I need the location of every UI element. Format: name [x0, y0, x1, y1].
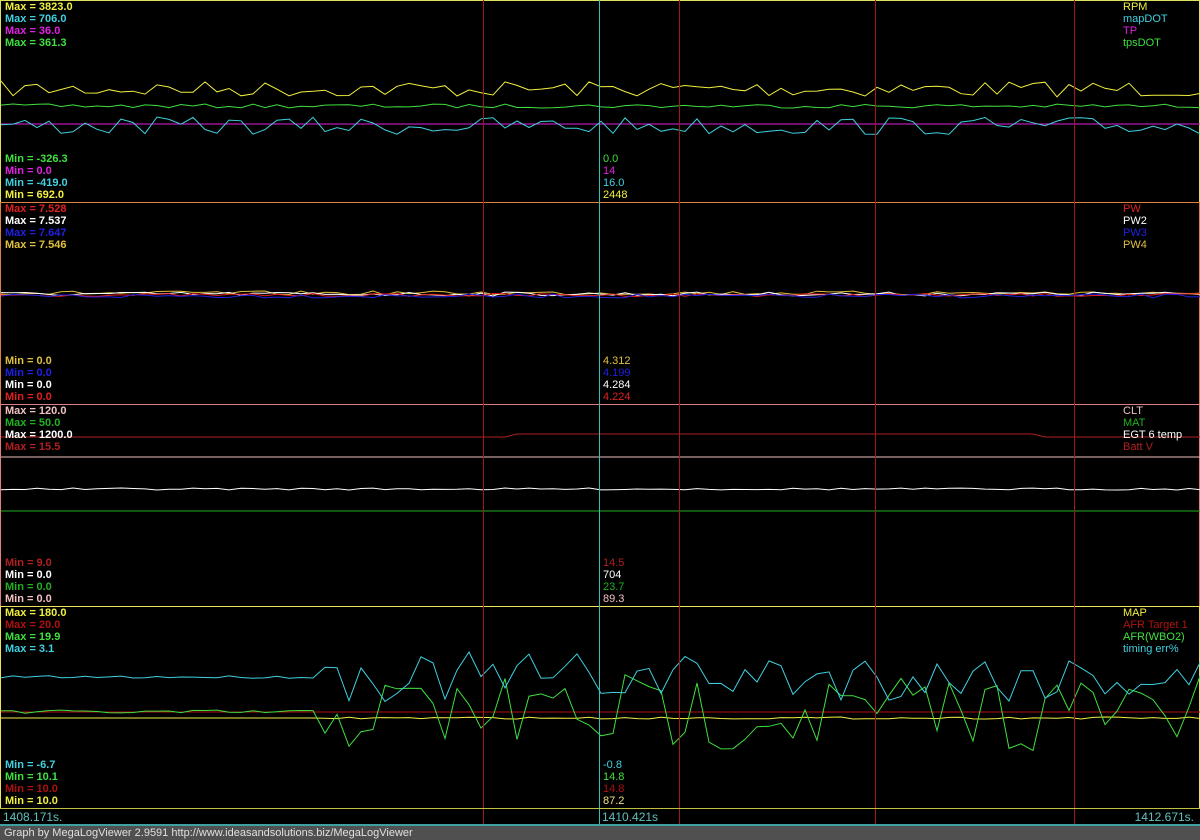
graph-panel-4[interactable]: Max = 180.0 Max = 20.0 Max = 19.9 Max = 3.1… — [0, 606, 1200, 808]
max-label: Max = 7.528 — [5, 203, 67, 215]
legend-item[interactable]: PW3 — [1123, 227, 1147, 239]
cursor-value: 704 — [603, 569, 622, 581]
legend-item[interactable]: EGT 6 temp — [1123, 429, 1182, 441]
time-cursor-label: 1410.421s — [602, 810, 659, 824]
cursor-value: 4.284 — [603, 379, 631, 391]
time-cursor[interactable] — [599, 0, 600, 826]
min-label: Min = 10.1 — [5, 771, 58, 783]
cursor-value: -0.8 — [603, 759, 622, 771]
cursor-value: 87.2 — [603, 795, 625, 807]
marker-line — [679, 0, 680, 826]
min-label: Min = -326.3 — [5, 153, 68, 165]
panel-traces — [1, 433, 1200, 512]
cursor-value: 14.8 — [603, 783, 625, 795]
min-label: Min = 0.0 — [5, 379, 52, 391]
max-label: Max = 1200.0 — [5, 429, 73, 441]
footer-credit: Graph by MegaLogViewer 2.9591 http://www… — [0, 826, 1200, 840]
max-label: Max = 180.0 — [5, 607, 67, 619]
time-start: 1408.171s. — [3, 810, 63, 824]
trace-4 — [1, 116, 1200, 135]
time-axis[interactable]: 1408.171s. 1410.421s 1412.671s. — [0, 808, 1200, 826]
graph-panel-1[interactable]: Max = 3823.0 Max = 706.0 Max = 36.0 Max = 3… — [0, 0, 1200, 202]
panel-traces — [1, 650, 1200, 752]
trace-1 — [1, 433, 1200, 438]
graph-panel-3[interactable]: Max = 120.0 Max = 50.0 Max = 1200.0 Max = 1… — [0, 404, 1200, 606]
legend-item[interactable]: Batt V — [1123, 441, 1153, 453]
cursor-value: 4.312 — [603, 355, 631, 367]
cursor-value: 14.5 — [603, 557, 625, 569]
legend-item[interactable]: PW — [1123, 203, 1141, 215]
cursor-value: 89.3 — [603, 593, 625, 605]
max-label: Max = 15.5 — [5, 441, 61, 453]
legend-item[interactable]: tpsDOT — [1123, 37, 1161, 49]
min-label: Min = 10.0 — [5, 795, 58, 807]
trace-1 — [1, 80, 1200, 98]
legend-item[interactable]: TP — [1123, 25, 1137, 37]
legend-item[interactable]: CLT — [1123, 405, 1143, 417]
legend-item[interactable]: mapDOT — [1123, 13, 1168, 25]
min-label: Min = -419.0 — [5, 177, 68, 189]
min-label: Min = 692.0 — [5, 189, 65, 201]
marker-line — [483, 0, 484, 826]
panel-traces — [1, 80, 1200, 135]
trace-4 — [1, 650, 1200, 703]
cursor-value: 4.199 — [603, 367, 631, 379]
cursor-value: 4.224 — [603, 391, 631, 403]
legend-item[interactable]: AFR Target 1 — [1123, 619, 1188, 631]
max-label: Max = 20.0 — [5, 619, 61, 631]
cursor-value: 14.8 — [603, 771, 625, 783]
min-label: Min = 0.0 — [5, 367, 52, 379]
min-label: Min = 9.0 — [5, 557, 52, 569]
max-label: Max = 7.546 — [5, 239, 67, 251]
graph-panel-2[interactable]: Max = 7.528 Max = 7.537 Max = 7.647 Max = 7… — [0, 202, 1200, 404]
legend-item[interactable]: timing err% — [1123, 643, 1179, 655]
max-label: Max = 3823.0 — [5, 1, 73, 13]
max-label: Max = 19.9 — [5, 631, 61, 643]
trace-2 — [1, 716, 1200, 720]
min-label: Min = 0.0 — [5, 391, 52, 403]
max-label: Max = 361.3 — [5, 37, 67, 49]
min-label: Min = -6.7 — [5, 759, 56, 771]
legend-item[interactable]: MAP — [1123, 607, 1147, 619]
max-label: Max = 120.0 — [5, 405, 67, 417]
max-label: Max = 7.537 — [5, 215, 67, 227]
legend-item[interactable]: RPM — [1123, 1, 1147, 13]
cursor-value: 0.0 — [603, 153, 619, 165]
min-label: Min = 10.0 — [5, 783, 58, 795]
legend-item[interactable]: MAT — [1123, 417, 1145, 429]
min-label: Min = 0.0 — [5, 581, 52, 593]
max-label: Max = 7.647 — [5, 227, 67, 239]
time-end: 1412.671s. — [1134, 810, 1194, 824]
trace-4 — [1, 293, 1200, 299]
legend-item[interactable]: AFR(WBO2) — [1123, 631, 1185, 643]
cursor-value: 23.7 — [603, 581, 625, 593]
max-label: Max = 3.1 — [5, 643, 55, 655]
marker-line — [875, 0, 876, 826]
panel-traces — [1, 290, 1200, 299]
min-label: Min = 0.0 — [5, 165, 52, 177]
trace-3 — [1, 487, 1200, 491]
legend-item[interactable]: PW4 — [1123, 239, 1147, 251]
cursor-value: 2448 — [603, 189, 628, 201]
trace-2 — [1, 103, 1200, 109]
marker-line — [1074, 0, 1075, 826]
max-label: Max = 50.0 — [5, 417, 61, 429]
min-label: Min = 0.0 — [5, 355, 52, 367]
max-label: Max = 706.0 — [5, 13, 67, 25]
max-label: Max = 36.0 — [5, 25, 61, 37]
min-label: Min = 0.0 — [5, 569, 52, 581]
legend-item[interactable]: PW2 — [1123, 215, 1147, 227]
cursor-value: 16.0 — [603, 177, 625, 189]
cursor-value: 14 — [603, 165, 616, 177]
min-label: Min = 0.0 — [5, 593, 52, 605]
